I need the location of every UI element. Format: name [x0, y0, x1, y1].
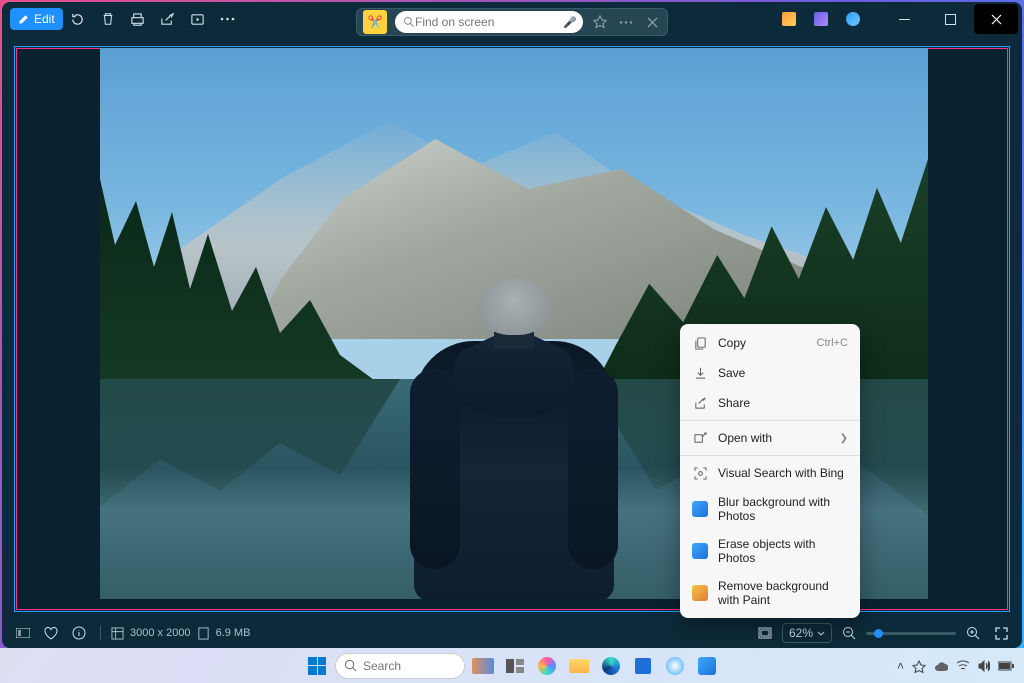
maximize-button[interactable]	[928, 4, 972, 34]
copy-icon	[692, 335, 708, 351]
app-icon-1[interactable]	[774, 4, 804, 34]
image-canvas[interactable]: Copy Ctrl+C Save Share Open with ❯ Visua…	[2, 36, 1022, 618]
minimize-button[interactable]	[882, 4, 926, 34]
ctx-share[interactable]: Share	[680, 388, 860, 418]
ctx-erase-objects[interactable]: Erase objects with Photos	[680, 530, 860, 572]
taskbar-edge[interactable]	[597, 652, 625, 680]
search-icon	[403, 16, 415, 28]
rotate-button[interactable]	[63, 4, 93, 34]
ctx-visual-search-label: Visual Search with Bing	[718, 466, 844, 480]
dimensions-icon	[111, 627, 124, 640]
image-dimensions: 3000 x 2000	[130, 627, 191, 639]
status-bar: 3000 x 2000 6.9 MB 62%	[2, 618, 1022, 648]
ctx-separator	[680, 455, 860, 456]
top-toolbar: Edit ✂️ 🎤	[2, 2, 1022, 36]
info-button[interactable]	[68, 618, 90, 648]
ctx-blur-label: Blur background with Photos	[718, 495, 848, 523]
tray-chevron-icon[interactable]: ˄	[897, 659, 904, 673]
open-with-icon	[692, 430, 708, 446]
zoom-slider[interactable]	[866, 632, 956, 635]
start-button[interactable]	[303, 652, 331, 680]
print-button[interactable]	[123, 4, 153, 34]
taskbar-app-1[interactable]	[661, 652, 689, 680]
chevron-right-icon: ❯	[840, 433, 848, 444]
onedrive-icon[interactable]	[934, 660, 948, 672]
close-button[interactable]	[974, 4, 1018, 34]
ctx-copy-shortcut: Ctrl+C	[817, 337, 848, 349]
photos-app-window: Edit ✂️ 🎤	[2, 2, 1022, 648]
edit-icon	[18, 13, 30, 25]
ctx-erase-label: Erase objects with Photos	[718, 537, 848, 565]
file-size: 6.9 MB	[216, 627, 251, 639]
taskbar-store[interactable]	[629, 652, 657, 680]
edit-label: Edit	[34, 12, 55, 26]
fullscreen-button[interactable]	[990, 618, 1012, 648]
battery-icon[interactable]	[998, 661, 1014, 671]
windows-taskbar: ˄	[0, 648, 1024, 683]
search-icon	[344, 659, 357, 672]
person-figure	[414, 279, 614, 599]
ctx-copy-label: Copy	[718, 336, 746, 350]
ctx-share-label: Share	[718, 396, 750, 410]
taskbar-copilot[interactable]	[533, 652, 561, 680]
ctx-visual-search[interactable]: Visual Search with Bing	[680, 458, 860, 488]
taskbar-news[interactable]	[469, 652, 497, 680]
taskbar-photos[interactable]	[693, 652, 721, 680]
zoom-in-button[interactable]	[962, 618, 984, 648]
visual-search-icon	[692, 465, 708, 481]
ctx-save[interactable]: Save	[680, 358, 860, 388]
paint-app-icon	[692, 585, 708, 601]
titlebar-right	[774, 4, 1018, 34]
zoom-dropdown[interactable]: 62%	[782, 623, 832, 643]
share-button[interactable]	[153, 4, 183, 34]
photos-app-icon	[692, 501, 708, 517]
snip-more-button[interactable]	[613, 7, 639, 37]
system-tray[interactable]: ˄	[897, 659, 1014, 673]
ctx-remove-background[interactable]: Remove background with Paint	[680, 572, 860, 614]
chevron-down-icon	[817, 631, 825, 636]
ctx-copy[interactable]: Copy Ctrl+C	[680, 328, 860, 358]
zoom-value: 62%	[789, 626, 813, 640]
ctx-separator	[680, 420, 860, 421]
ctx-open-with[interactable]: Open with ❯	[680, 423, 860, 453]
find-on-screen-search[interactable]: 🎤	[395, 11, 583, 33]
taskbar-search-input[interactable]	[363, 659, 443, 673]
edit-button[interactable]: Edit	[10, 8, 63, 30]
find-on-screen-input[interactable]	[415, 15, 545, 29]
mic-icon[interactable]: 🎤	[563, 16, 577, 29]
save-icon	[692, 365, 708, 381]
ctx-open-with-label: Open with	[718, 431, 772, 445]
app-icon-2[interactable]	[806, 4, 836, 34]
volume-icon[interactable]	[978, 660, 990, 672]
taskbar-explorer[interactable]	[565, 652, 593, 680]
copilot-button[interactable]	[587, 7, 613, 37]
filmstrip-button[interactable]	[12, 618, 34, 648]
filesize-icon	[197, 627, 210, 640]
ctx-blur-background[interactable]: Blur background with Photos	[680, 488, 860, 530]
ctx-remove-bg-label: Remove background with Paint	[718, 579, 848, 607]
share-icon	[692, 395, 708, 411]
ctx-save-label: Save	[718, 366, 745, 380]
snip-close-button[interactable]	[639, 7, 665, 37]
more-button[interactable]	[213, 4, 243, 34]
snipping-tool-icon: ✂️	[363, 10, 387, 34]
taskbar-taskview[interactable]	[501, 652, 529, 680]
taskbar-search[interactable]	[335, 653, 465, 679]
zoom-out-button[interactable]	[838, 618, 860, 648]
wifi-icon[interactable]	[956, 660, 970, 671]
snipping-tool-bar: ✂️ 🎤	[356, 8, 668, 36]
slideshow-button[interactable]	[183, 4, 213, 34]
tray-icon-1[interactable]	[912, 659, 926, 673]
fit-window-button[interactable]	[754, 618, 776, 648]
app-icon-3[interactable]	[838, 4, 868, 34]
context-menu: Copy Ctrl+C Save Share Open with ❯ Visua…	[680, 324, 860, 618]
delete-button[interactable]	[93, 4, 123, 34]
favorite-button[interactable]	[40, 618, 62, 648]
photos-app-icon	[692, 543, 708, 559]
